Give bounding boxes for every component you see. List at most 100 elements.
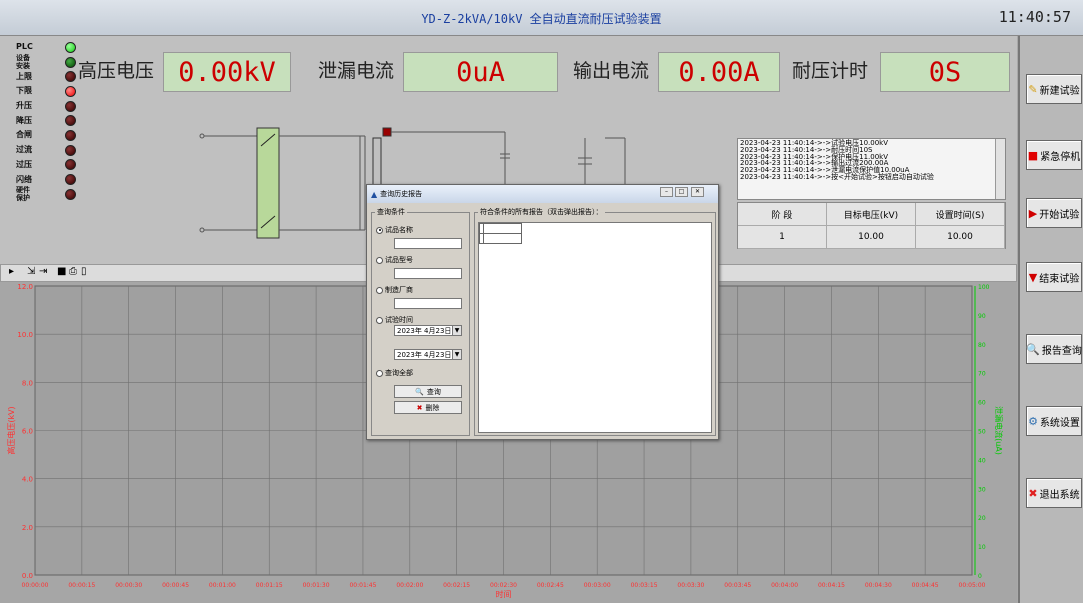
indicator-label: 闪络 [16, 174, 32, 184]
time-value: 0S [880, 52, 1010, 92]
indicator-row: 闪络 [16, 172, 76, 187]
exit-icon: ✖ [1028, 486, 1038, 500]
chevron-down-icon[interactable]: ▼ [452, 326, 461, 335]
right-button-label: 退出系统 [1039, 489, 1080, 501]
sample-name-input[interactable] [394, 238, 462, 249]
out-value: 0.00A [658, 52, 780, 92]
radio-label: 制造厂商 [385, 286, 413, 294]
indicator-label: 过流 [16, 145, 32, 155]
x-tick-label: 00:01:45 [349, 582, 376, 589]
x-tick-label: 00:02:45 [537, 582, 564, 589]
stage-table-header: 阶 段 目标电压(kV) 设置时间(S) [738, 203, 1005, 226]
radio-query-all[interactable]: 查询全部 [376, 368, 413, 378]
leak-value: 0uA [403, 52, 558, 92]
cursor-icon[interactable]: ⇲ [27, 266, 35, 277]
x-tick-label: 00:04:30 [865, 582, 892, 589]
radio-test-time[interactable]: 试验时间 [376, 315, 413, 325]
query-button[interactable]: 🔍 查询 [394, 385, 462, 398]
close-icon[interactable]: ✕ [691, 187, 704, 197]
results-label: 符合条件的所有报告（双击弹出报告）： [478, 207, 605, 217]
indicator-led-icon [65, 144, 76, 156]
sample-model-input[interactable] [394, 268, 462, 279]
right-button-label: 结束试验 [1039, 273, 1080, 285]
stage-header-cell: 目标电压(kV) [827, 203, 916, 225]
results-group: 符合条件的所有报告（双击弹出报告）： [474, 207, 716, 436]
radio-sample-model[interactable]: 试品型号 [376, 255, 413, 265]
y-right-tick-label: 50 [978, 429, 986, 436]
stage-cell: 1 [738, 226, 827, 248]
stage-cell: 10.00 [916, 226, 1005, 248]
step-icon[interactable]: ⇥ [39, 266, 47, 277]
preview-icon[interactable]: ▯ [81, 266, 87, 277]
report-results-list[interactable] [478, 222, 712, 433]
delete-button[interactable]: ✖ 删除 [394, 401, 462, 414]
hv-value: 0.00kV [163, 52, 291, 92]
stage-header-cell: 阶 段 [738, 203, 827, 225]
y-right-axis-label: 泄漏电流(uA) [994, 406, 1004, 455]
x-tick-label: 00:04:45 [912, 582, 939, 589]
play-icon[interactable]: ▸ [9, 266, 14, 277]
indicator-row: 过压 [16, 158, 76, 173]
y-right-tick-label: 80 [978, 342, 986, 349]
maximize-icon[interactable]: □ [675, 187, 688, 197]
date-from-picker[interactable]: 2023年 4月23日 ▼ [394, 325, 462, 336]
y-left-tick-label: 6.0 [22, 428, 33, 436]
indicator-row: 硬件保护 [16, 186, 76, 202]
log-line: 2023-04-23 11:40:14->->按<开始试验>按钮启动自动试验 [740, 172, 934, 181]
right-button-label: 系统设置 [1039, 417, 1080, 429]
save-icon[interactable]: ■ [57, 266, 66, 277]
y-right-tick-label: 60 [978, 400, 986, 407]
print-icon[interactable]: ⎙ [69, 266, 77, 277]
x-tick-label: 00:03:15 [631, 582, 658, 589]
manufacturer-input[interactable] [394, 298, 462, 309]
right-button-7[interactable]: ✖ 退出系统 [1026, 478, 1082, 508]
chevron-down-icon[interactable]: ▼ [452, 350, 461, 359]
radio-label: 试品名称 [385, 226, 413, 234]
indicator-panel: PLC 设备安装 上限 下限 升压 降压 合闸 过流 过压 闪络 硬件保护 [16, 40, 76, 202]
indicator-led-icon [65, 188, 76, 200]
y-left-tick-label: 4.0 [22, 476, 33, 484]
y-right-tick-label: 10 [978, 544, 986, 551]
radio-dot-icon [376, 316, 383, 324]
indicator-label: 升压 [16, 101, 32, 111]
dialog-app-icon: ▲ [371, 189, 378, 199]
indicator-label: 设备安装 [16, 54, 30, 71]
indicator-led-icon [65, 41, 76, 53]
radio-dot-icon [376, 286, 383, 294]
right-button-6[interactable]: ⚙ 系统设置 [1026, 406, 1082, 436]
stage-table-row: 1 10.00 10.00 [738, 226, 1005, 249]
new-test-icon: ✎ [1028, 82, 1038, 96]
x-tick-label: 00:03:30 [677, 582, 704, 589]
system-settings-icon: ⚙ [1028, 414, 1038, 428]
leak-label: 泄漏电流 [318, 60, 395, 82]
date-to-value: 2023年 4月23日 [397, 351, 452, 359]
minimize-icon[interactable]: – [660, 187, 673, 197]
indicator-led-icon [65, 115, 76, 127]
log-list[interactable]: 2023-04-23 11:40:14->->试验电压10.00kV 2023-0… [737, 138, 1006, 200]
report-query-icon: 🔍 [1026, 342, 1040, 356]
conditions-label: 查询条件 [375, 207, 407, 217]
right-button-3[interactable]: ▶ 开始试验 [1026, 198, 1082, 228]
indicator-row: 升压 [16, 99, 76, 114]
end-icon: ▼ [1028, 270, 1038, 284]
x-tick-label: 00:02:15 [443, 582, 470, 589]
title-bar: YD-Z-2kVA/10kV 全自动直流耐压试验装置 11:40:57 [0, 0, 1083, 36]
x-tick-label: 00:01:15 [256, 582, 283, 589]
right-button-1[interactable]: ✎ 新建试验 [1026, 74, 1082, 104]
y-right-tick-label: 30 [978, 486, 986, 493]
indicator-led-icon [65, 56, 76, 68]
indicator-led-icon [65, 174, 76, 186]
right-button-4[interactable]: ▼ 结束试验 [1026, 262, 1082, 292]
indicator-led-icon [65, 100, 76, 112]
date-to-picker[interactable]: 2023年 4月23日 ▼ [394, 349, 462, 360]
log-scrollbar[interactable] [995, 139, 1005, 199]
hv-label: 高压电压 [78, 60, 155, 82]
right-button-5[interactable]: 🔍 报告查询 [1026, 334, 1082, 364]
right-button-2[interactable]: ■ 紧急停机 [1026, 140, 1082, 170]
dialog-title: 查询历史报告 [380, 190, 423, 198]
radio-dot-icon [376, 369, 383, 377]
query-button-label: 查询 [426, 387, 441, 396]
radio-manufacturer[interactable]: 制造厂商 [376, 285, 413, 295]
radio-sample-name[interactable]: 试品名称 [376, 225, 413, 235]
x-tick-label: 00:03:45 [724, 582, 751, 589]
